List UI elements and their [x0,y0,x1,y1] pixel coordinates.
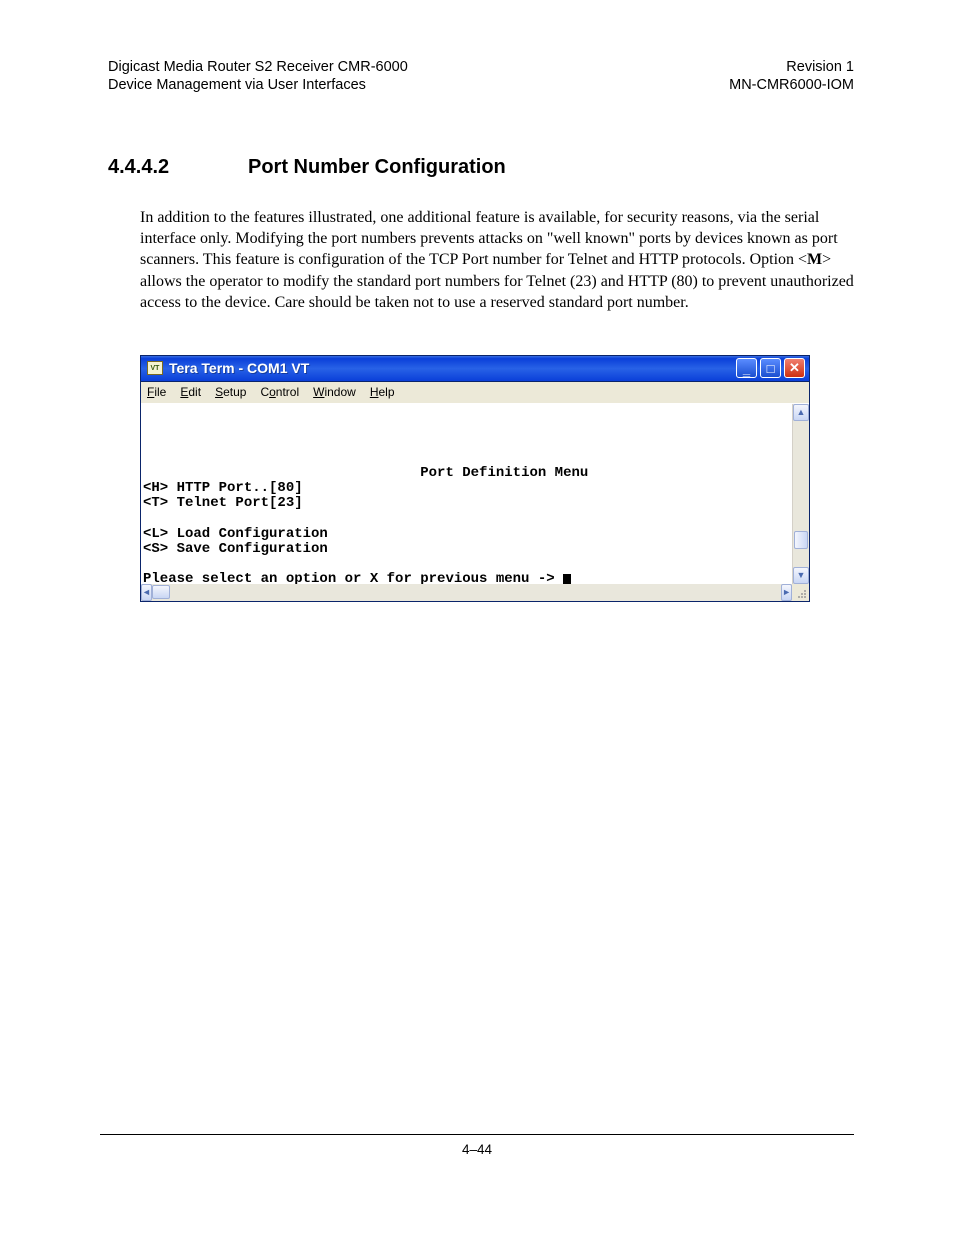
menu-window[interactable]: Window [313,385,356,399]
scroll-left-button[interactable]: ◄ [141,584,152,601]
menu-edit[interactable]: Edit [180,385,201,399]
teraterm-window: VT Tera Term - COM1 VT ‗ □ ✕ File Edit S… [140,355,810,602]
option-m: M [807,251,822,268]
menu-file[interactable]: File [147,385,166,399]
terminal-telnet-line: <T> Telnet Port[23] [143,495,303,511]
scroll-up-button[interactable]: ▲ [793,404,809,421]
header-left-2: Device Management via User Interfaces [108,76,408,94]
scroll-thumb[interactable] [794,531,808,549]
cursor-icon [563,574,571,584]
app-icon: VT [147,361,163,375]
hscroll-thumb[interactable] [152,585,170,599]
grip-icon [797,589,807,599]
menu-help[interactable]: Help [370,385,395,399]
header-right-2: MN-CMR6000-IOM [729,76,854,94]
terminal-load-line: <L> Load Configuration [143,526,328,542]
section-number: 4.4.4.2 [108,156,248,179]
window-titlebar[interactable]: VT Tera Term - COM1 VT ‗ □ ✕ [141,356,809,382]
terminal-http-line: <H> HTTP Port..[80] [143,480,303,496]
scroll-right-button[interactable]: ► [781,584,792,601]
terminal-save-line: <S> Save Configuration [143,541,328,557]
scroll-down-button[interactable]: ▼ [793,567,809,584]
menu-control[interactable]: Control [260,385,299,399]
scroll-track[interactable] [793,421,809,567]
terminal-menu-title: Port Definition Menu [143,465,588,481]
header-left-1: Digicast Media Router S2 Receiver CMR-60… [108,58,408,76]
section-title: Port Number Configuration [248,156,506,178]
section-heading: 4.4.4.2Port Number Configuration [108,156,854,179]
resize-grip[interactable] [792,584,809,601]
header-right-1: Revision 1 [729,58,854,76]
horizontal-scrollbar[interactable]: ◄ ► [141,584,792,601]
minimize-button[interactable]: ‗ [736,358,757,378]
vertical-scrollbar[interactable]: ▲ ▼ [792,404,809,584]
maximize-button[interactable]: □ [760,358,781,378]
menu-bar: File Edit Setup Control Window Help [141,382,809,404]
terminal-content[interactable]: Port Definition Menu <H> HTTP Port..[80]… [141,404,792,584]
menu-setup[interactable]: Setup [215,385,246,399]
page-number: 4–44 [0,1142,954,1157]
section-paragraph: In addition to the features illustrated,… [140,207,854,313]
close-button[interactable]: ✕ [784,358,805,378]
hscroll-track[interactable] [152,584,781,601]
footer-rule [100,1134,854,1135]
window-title: Tera Term - COM1 VT [169,360,736,376]
terminal-prompt: Please select an option or X for previou… [143,571,563,584]
page-header: Digicast Media Router S2 Receiver CMR-60… [108,58,854,94]
